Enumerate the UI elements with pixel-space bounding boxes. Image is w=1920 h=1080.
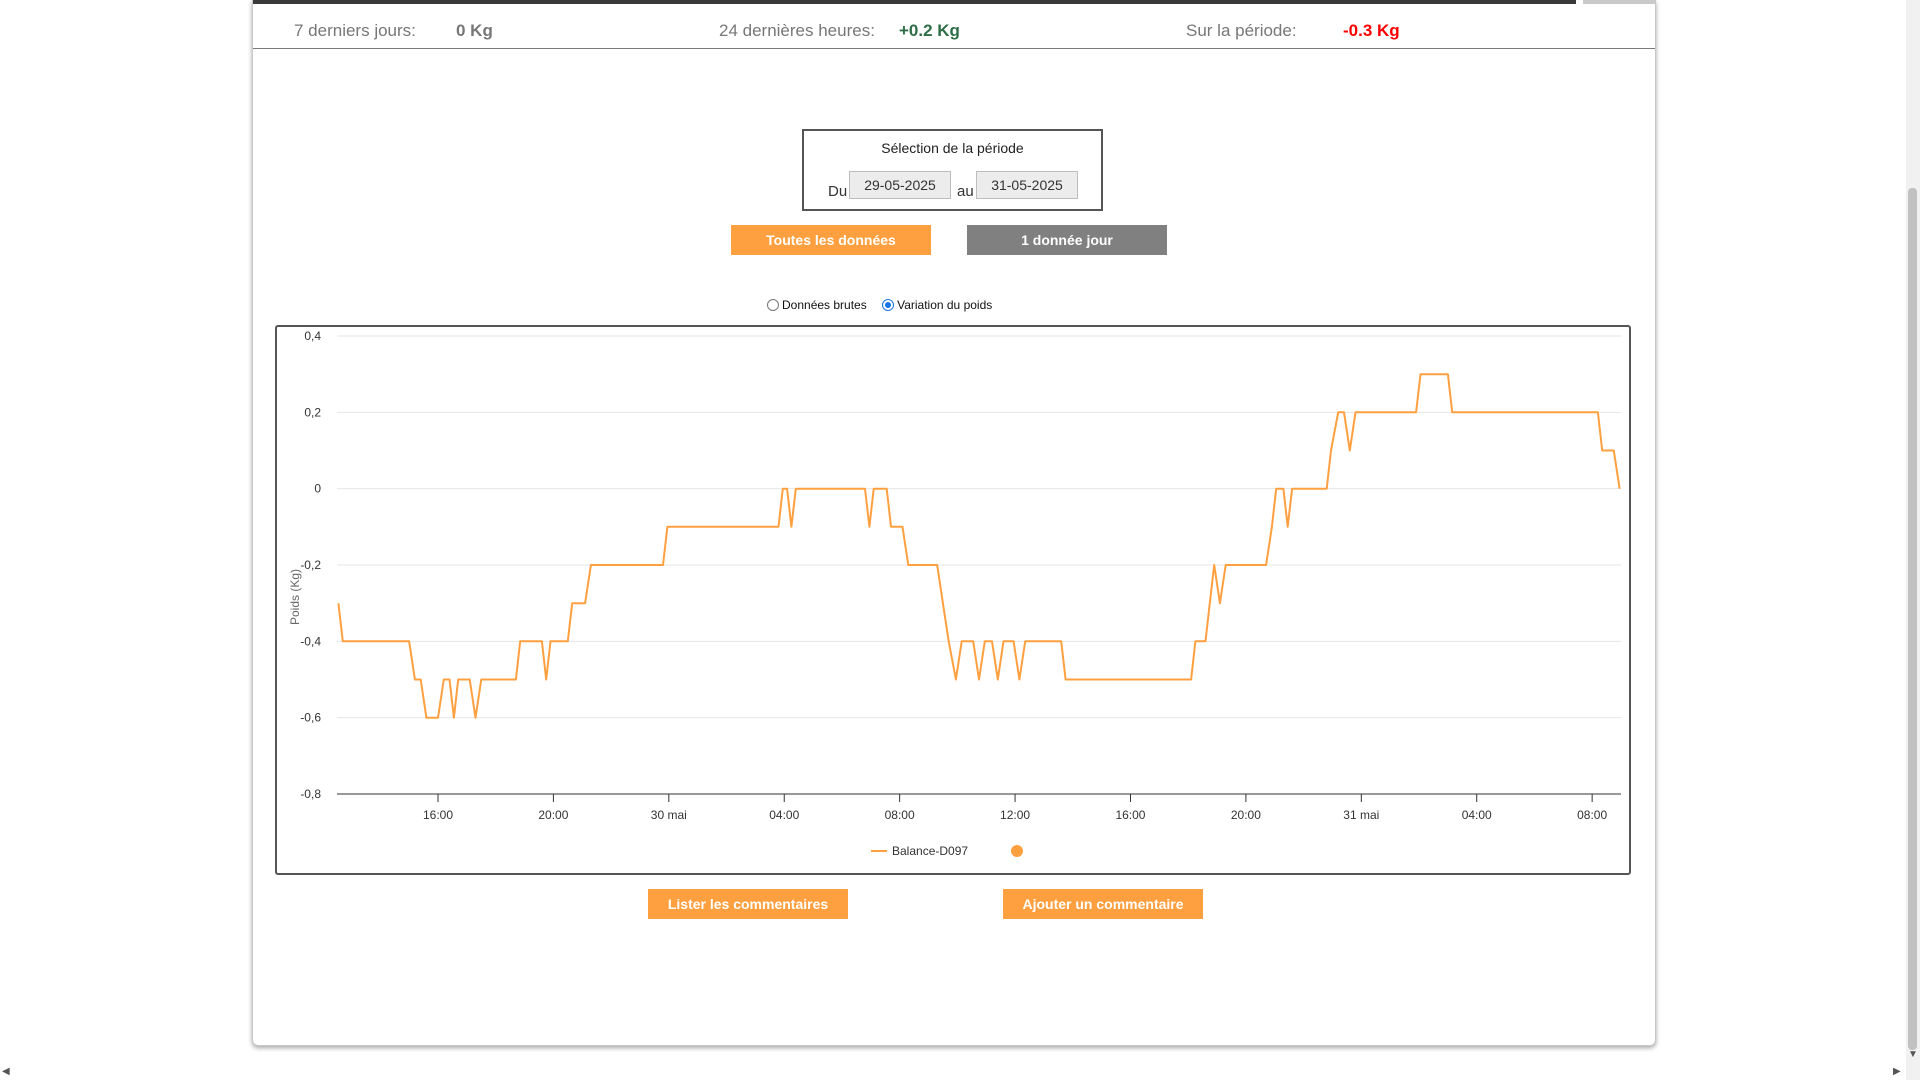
weight-chart: 0,4 0,2 0 -0,2 -0,4 -0,6 -0,8 16:00 20:00 30 mai 0… <box>288 329 1621 858</box>
x-tick-label: 12:00 <box>1000 808 1030 822</box>
y-tick-label: 0,2 <box>304 405 321 419</box>
main-panel: 7 derniers jours: 0 Kg 24 dernières heur… <box>252 0 1656 1046</box>
x-tick-label: 08:00 <box>885 808 915 822</box>
all-data-button[interactable]: Toutes les données <box>731 225 931 255</box>
one-per-day-button[interactable]: 1 donnée jour <box>967 225 1167 255</box>
x-tick-label: 31 mai <box>1343 808 1379 822</box>
x-tick-label: 04:00 <box>769 808 799 822</box>
x-tick-label: 30 mai <box>651 808 687 822</box>
stats-bar: 7 derniers jours: 0 Kg 24 dernières heur… <box>253 4 1655 49</box>
scroll-down-arrow-icon[interactable]: ▼ <box>1908 1050 1918 1060</box>
legend-marker-dot[interactable] <box>1011 845 1023 857</box>
x-tick-label: 04:00 <box>1462 808 1492 822</box>
x-tick-label: 20:00 <box>1231 808 1261 822</box>
period-selection-box: Sélection de la période Du au <box>802 129 1103 211</box>
list-comments-button[interactable]: Lister les commentaires <box>648 889 848 919</box>
y-tick-label: 0 <box>314 482 321 496</box>
from-date-input[interactable] <box>849 171 951 199</box>
last-24-hours-label: 24 dernières heures: <box>719 21 875 40</box>
y-tick-label: -0,4 <box>300 634 321 648</box>
y-tick-label: 0,4 <box>304 329 321 343</box>
period-total-label: Sur la période: <box>1186 21 1297 40</box>
scroll-left-arrow-icon[interactable]: ◀ <box>2 1066 10 1077</box>
y-axis-title: Poids (Kg) <box>288 569 302 625</box>
to-date-label: au <box>957 183 974 200</box>
raw-data-label: Données brutes <box>782 297 867 312</box>
y-tick-label: -0,6 <box>300 711 321 725</box>
y-tick-label: -0,8 <box>300 787 321 801</box>
period-selection-title: Sélection de la période <box>881 140 1024 156</box>
page: 7 derniers jours: 0 Kg 24 dernières heur… <box>0 0 1920 1080</box>
last-7-days-value: 0 Kg <box>456 21 493 40</box>
legend-series-label[interactable]: Balance-D097 <box>892 844 968 858</box>
scroll-right-arrow-icon[interactable]: ▶ <box>1893 1066 1901 1077</box>
view-mode-options: Données brutes Variation du poids <box>767 297 1004 312</box>
vertical-scrollbar-thumb[interactable] <box>1908 188 1917 1050</box>
last-24-hours-value: +0.2 Kg <box>899 21 960 40</box>
add-comment-button[interactable]: Ajouter un commentaire <box>1003 889 1203 919</box>
last-7-days-label: 7 derniers jours: <box>294 21 416 40</box>
period-total-value: -0.3 Kg <box>1343 21 1400 40</box>
y-tick-label: -0,2 <box>300 558 321 572</box>
chart-container: 0,4 0,2 0 -0,2 -0,4 -0,6 -0,8 16:00 20:00 30 mai 0… <box>275 325 1631 875</box>
series-line-balance-d097 <box>337 373 1621 719</box>
x-tick-label: 20:00 <box>538 808 568 822</box>
raw-data-radio[interactable] <box>767 298 779 311</box>
weight-variation-label: Variation du poids <box>897 297 993 312</box>
from-date-label: Du <box>828 183 848 200</box>
x-tick-label: 16:00 <box>423 808 453 822</box>
x-tick-label: 16:00 <box>1115 808 1145 822</box>
to-date-input[interactable] <box>976 171 1078 199</box>
weight-variation-radio[interactable] <box>882 298 895 311</box>
x-tick-label: 08:00 <box>1577 808 1607 822</box>
